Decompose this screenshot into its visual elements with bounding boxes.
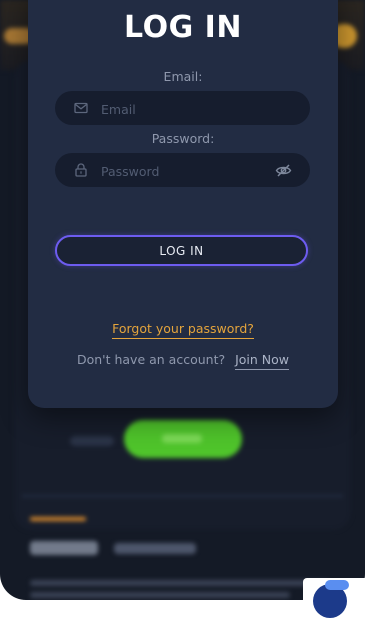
recaptcha-arrow-icon [325, 580, 349, 590]
login-title: LOG IN [124, 10, 242, 45]
login-modal: LOG IN Email: Password: [28, 0, 338, 408]
signup-row: Don't have an account? Join Now [28, 352, 338, 370]
background-tab-2 [114, 543, 196, 554]
password-input[interactable] [99, 153, 273, 189]
no-account-text: Don't have an account? [76, 352, 226, 367]
background-label [70, 436, 114, 446]
recaptcha-badge[interactable] [303, 578, 365, 618]
background-tab-indicator [30, 517, 86, 521]
forgot-password-link[interactable]: Forgot your password? [112, 321, 254, 339]
eye-off-icon[interactable] [275, 162, 292, 179]
background-text-line [30, 592, 290, 598]
app-screen: LOG IN Email: Password: [0, 0, 365, 600]
background-text-line [30, 580, 330, 586]
login-button[interactable]: LOG IN [55, 235, 308, 266]
forgot-password-row: Forgot your password? [28, 318, 338, 339]
background-cta-label [162, 434, 202, 443]
email-field-container[interactable] [55, 91, 310, 127]
password-label: Password: [151, 131, 215, 146]
email-label: Email: [163, 69, 203, 84]
mail-icon [73, 100, 89, 116]
join-now-link[interactable]: Join Now [235, 352, 290, 370]
background-divider [22, 495, 343, 497]
lock-icon [73, 162, 89, 178]
password-field-container[interactable] [55, 153, 310, 189]
background-tab-1 [30, 541, 98, 555]
email-input[interactable] [99, 91, 273, 127]
